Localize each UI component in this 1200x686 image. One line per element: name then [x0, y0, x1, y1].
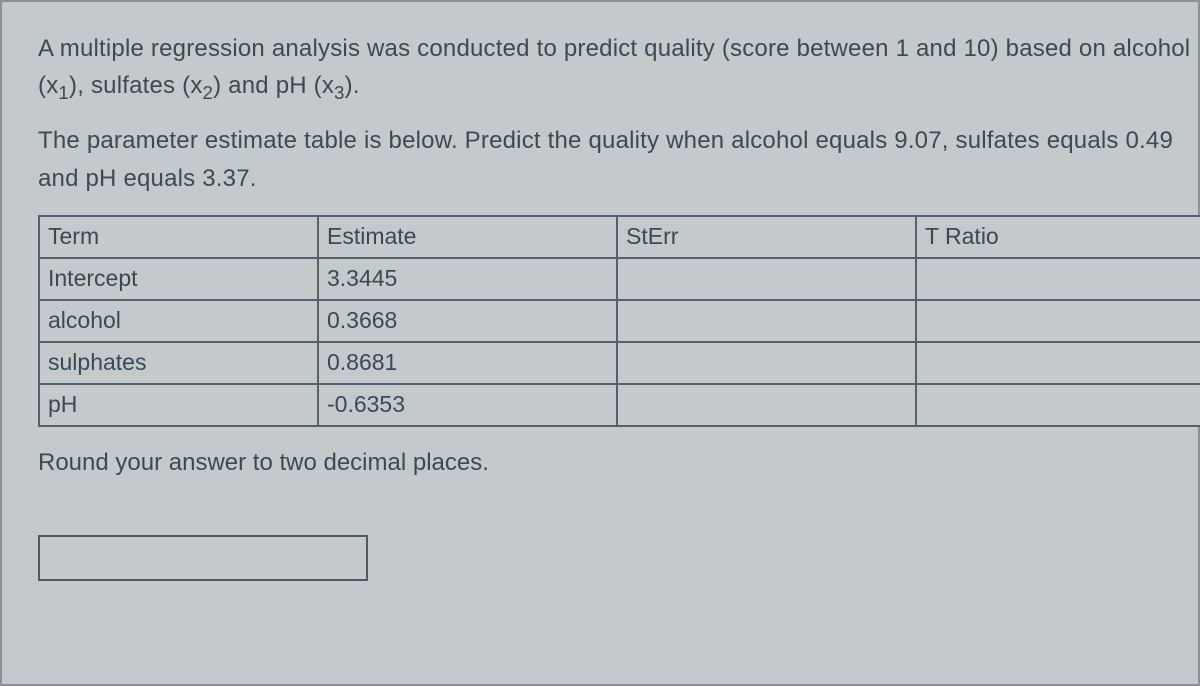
cell-sterr: [617, 384, 916, 426]
table-row: alcohol 0.3668: [39, 300, 1200, 342]
col-header-estimate: Estimate: [318, 216, 617, 258]
question-container: A multiple regression analysis was condu…: [0, 0, 1200, 686]
col-header-tratio: T Ratio: [916, 216, 1200, 258]
col-header-term: Term: [39, 216, 318, 258]
cell-estimate: 0.3668: [318, 300, 617, 342]
cell-tratio: [916, 300, 1200, 342]
rounding-instruction: Round your answer to two decimal places.: [38, 449, 1198, 477]
cell-sterr: [617, 300, 916, 342]
table-row: sulphates 0.8681: [39, 342, 1200, 384]
cell-term: alcohol: [39, 300, 318, 342]
cell-tratio: [916, 258, 1200, 300]
text: ), sulfates (x: [69, 72, 203, 99]
cell-estimate: 3.3445: [318, 258, 617, 300]
cell-term: pH: [39, 384, 318, 426]
cell-sterr: [617, 258, 916, 300]
subscript-2: 2: [203, 82, 214, 103]
cell-tratio: [916, 342, 1200, 384]
question-paragraph-1: A multiple regression analysis was condu…: [38, 30, 1198, 104]
answer-input[interactable]: [38, 535, 368, 581]
table-row: Intercept 3.3445: [39, 258, 1200, 300]
cell-tratio: [916, 384, 1200, 426]
cell-sterr: [617, 342, 916, 384]
col-header-sterr: StErr: [617, 216, 916, 258]
cell-term: sulphates: [39, 342, 318, 384]
subscript-1: 1: [58, 82, 69, 103]
text: ).: [345, 72, 360, 99]
parameter-estimate-table: Term Estimate StErr T Ratio Intercept 3.…: [38, 215, 1200, 427]
question-paragraph-2: The parameter estimate table is below. P…: [38, 122, 1198, 196]
cell-estimate: 0.8681: [318, 342, 617, 384]
table-row: pH -0.6353: [39, 384, 1200, 426]
table-header-row: Term Estimate StErr T Ratio: [39, 216, 1200, 258]
text: ) and pH (x: [213, 72, 334, 99]
cell-term: Intercept: [39, 258, 318, 300]
subscript-3: 3: [334, 82, 345, 103]
cell-estimate: -0.6353: [318, 384, 617, 426]
